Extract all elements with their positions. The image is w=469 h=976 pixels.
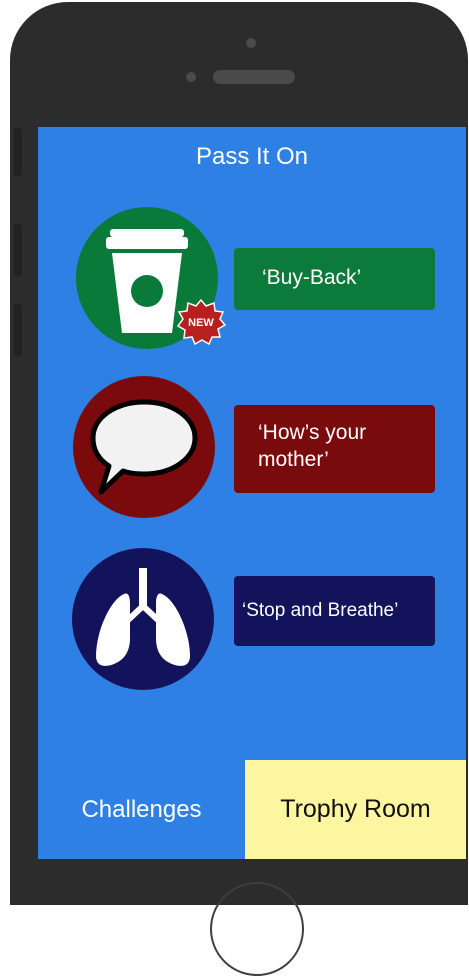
volume-down-button bbox=[14, 304, 22, 356]
new-badge-label: NEW bbox=[188, 317, 214, 329]
speech-bubble-graphic bbox=[90, 399, 198, 495]
stop-and-breathe-button[interactable]: ‘Stop and Breathe’ bbox=[234, 576, 435, 646]
front-camera bbox=[246, 38, 256, 48]
mute-switch bbox=[14, 128, 22, 176]
app-screen: Pass It On NEW ‘Buy-Back’ ‘How’s your mo… bbox=[38, 127, 466, 859]
tab-challenges[interactable]: Challenges bbox=[38, 760, 245, 859]
page-title: Pass It On bbox=[195, 143, 309, 170]
lungs-icon[interactable] bbox=[72, 548, 214, 690]
home-button[interactable] bbox=[210, 882, 304, 976]
buy-back-label: ‘Buy-Back’ bbox=[262, 266, 362, 289]
lungs-graphic bbox=[96, 568, 190, 666]
stop-and-breathe-label: ‘Stop and Breathe’ bbox=[242, 600, 399, 621]
proximity-sensor bbox=[186, 72, 196, 82]
coffee-cup-icon[interactable]: NEW bbox=[76, 207, 226, 349]
hows-your-mother-button[interactable]: ‘How’s your mother’ bbox=[234, 405, 435, 493]
tab-challenges-label: Challenges bbox=[81, 795, 202, 823]
tab-trophy-room[interactable]: Trophy Room bbox=[245, 760, 466, 859]
hows-your-mother-label: ‘How’s your mother’ bbox=[258, 421, 367, 471]
volume-up-button bbox=[14, 224, 22, 276]
tab-trophy-room-label: Trophy Room bbox=[280, 795, 431, 823]
earpiece-speaker bbox=[213, 70, 295, 84]
speech-bubble-icon[interactable] bbox=[73, 376, 215, 518]
new-badge: NEW bbox=[176, 299, 226, 345]
buy-back-button[interactable]: ‘Buy-Back’ bbox=[234, 248, 435, 310]
